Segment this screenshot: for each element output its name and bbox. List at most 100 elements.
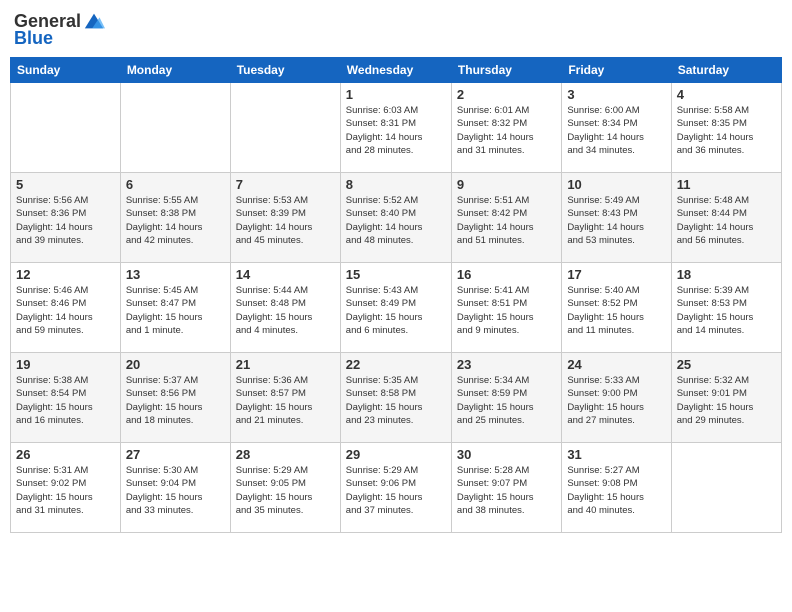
day-info: Sunrise: 5:49 AM Sunset: 8:43 PM Dayligh… [567,194,665,247]
day-info: Sunrise: 5:34 AM Sunset: 8:59 PM Dayligh… [457,374,556,427]
calendar-cell [230,83,340,173]
day-info: Sunrise: 5:40 AM Sunset: 8:52 PM Dayligh… [567,284,665,337]
day-info: Sunrise: 5:32 AM Sunset: 9:01 PM Dayligh… [677,374,776,427]
day-info: Sunrise: 6:00 AM Sunset: 8:34 PM Dayligh… [567,104,665,157]
day-number: 31 [567,447,665,462]
calendar-cell: 29Sunrise: 5:29 AM Sunset: 9:06 PM Dayli… [340,443,451,533]
calendar-cell: 7Sunrise: 5:53 AM Sunset: 8:39 PM Daylig… [230,173,340,263]
calendar-cell: 19 Sunrise: 5:38 AM Sunset: 8:54 PM Dayli… [11,353,121,443]
calendar-week-0: 1Sunrise: 6:03 AM Sunset: 8:31 PM Daylig… [11,83,782,173]
calendar-cell: 16 Sunrise: 5:41 AM Sunset: 8:51 PM Dayli… [451,263,561,353]
day-number: 26 [16,447,115,462]
day-info: Sunrise: 5:41 AM Sunset: 8:51 PM Dayligh… [457,284,556,337]
calendar-week-3: 19 Sunrise: 5:38 AM Sunset: 8:54 PM Dayli… [11,353,782,443]
column-header-wednesday: Wednesday [340,58,451,83]
calendar-cell: 28 Sunrise: 5:29 AM Sunset: 9:05 PM Dayli… [230,443,340,533]
calendar-cell: 10 Sunrise: 5:49 AM Sunset: 8:43 PM Dayli… [562,173,671,263]
day-number: 27 [126,447,225,462]
calendar-cell: 12 Sunrise: 5:46 AM Sunset: 8:46 PM Dayli… [11,263,121,353]
day-info: Sunrise: 5:31 AM Sunset: 9:02 PM Dayligh… [16,464,115,517]
calendar-cell: 31 Sunrise: 5:27 AM Sunset: 9:08 PM Dayli… [562,443,671,533]
day-info: Sunrise: 5:43 AM Sunset: 8:49 PM Dayligh… [346,284,446,337]
day-number: 2 [457,87,556,102]
day-number: 6 [126,177,225,192]
column-header-monday: Monday [120,58,230,83]
calendar-cell: 1Sunrise: 6:03 AM Sunset: 8:31 PM Daylig… [340,83,451,173]
day-info: Sunrise: 5:30 AM Sunset: 9:04 PM Dayligh… [126,464,225,517]
day-info: Sunrise: 5:29 AM Sunset: 9:06 PM Dayligh… [346,464,446,517]
day-number: 17 [567,267,665,282]
day-number: 20 [126,357,225,372]
calendar-week-1: 5 Sunrise: 5:56 AM Sunset: 8:36 PM Daylig… [11,173,782,263]
calendar-cell: 17 Sunrise: 5:40 AM Sunset: 8:52 PM Dayli… [562,263,671,353]
logo-icon [83,10,105,32]
day-number: 24 [567,357,665,372]
day-info: Sunrise: 5:29 AM Sunset: 9:05 PM Dayligh… [236,464,335,517]
day-number: 4 [677,87,776,102]
day-info: Sunrise: 5:55 AM Sunset: 8:38 PM Dayligh… [126,194,225,247]
day-number: 25 [677,357,776,372]
day-info: Sunrise: 5:46 AM Sunset: 8:46 PM Dayligh… [16,284,115,337]
calendar-table: SundayMondayTuesdayWednesdayThursdayFrid… [10,57,782,533]
column-header-saturday: Saturday [671,58,781,83]
day-number: 5 [16,177,115,192]
calendar-cell: 20Sunrise: 5:37 AM Sunset: 8:56 PM Dayli… [120,353,230,443]
calendar-cell [11,83,121,173]
day-info: Sunrise: 5:45 AM Sunset: 8:47 PM Dayligh… [126,284,225,337]
day-info: Sunrise: 5:27 AM Sunset: 9:08 PM Dayligh… [567,464,665,517]
day-info: Sunrise: 5:33 AM Sunset: 9:00 PM Dayligh… [567,374,665,427]
calendar-cell: 27 Sunrise: 5:30 AM Sunset: 9:04 PM Dayli… [120,443,230,533]
column-header-tuesday: Tuesday [230,58,340,83]
calendar-cell: 6 Sunrise: 5:55 AM Sunset: 8:38 PM Daylig… [120,173,230,263]
day-header-row: SundayMondayTuesdayWednesdayThursdayFrid… [11,58,782,83]
day-info: Sunrise: 5:52 AM Sunset: 8:40 PM Dayligh… [346,194,446,247]
calendar-body: 1Sunrise: 6:03 AM Sunset: 8:31 PM Daylig… [11,83,782,533]
day-number: 10 [567,177,665,192]
calendar-cell: 18Sunrise: 5:39 AM Sunset: 8:53 PM Dayli… [671,263,781,353]
calendar-cell [120,83,230,173]
calendar-cell: 15 Sunrise: 5:43 AM Sunset: 8:49 PM Dayli… [340,263,451,353]
calendar-cell: 23 Sunrise: 5:34 AM Sunset: 8:59 PM Dayli… [451,353,561,443]
calendar-header: SundayMondayTuesdayWednesdayThursdayFrid… [11,58,782,83]
day-number: 11 [677,177,776,192]
day-info: Sunrise: 5:48 AM Sunset: 8:44 PM Dayligh… [677,194,776,247]
day-number: 28 [236,447,335,462]
calendar-week-4: 26 Sunrise: 5:31 AM Sunset: 9:02 PM Dayli… [11,443,782,533]
column-header-friday: Friday [562,58,671,83]
day-number: 15 [346,267,446,282]
calendar-cell: 2 Sunrise: 6:01 AM Sunset: 8:32 PM Daylig… [451,83,561,173]
day-number: 19 [16,357,115,372]
calendar-cell: 30 Sunrise: 5:28 AM Sunset: 9:07 PM Dayli… [451,443,561,533]
day-number: 23 [457,357,556,372]
column-header-sunday: Sunday [11,58,121,83]
day-number: 14 [236,267,335,282]
calendar-cell: 22 Sunrise: 5:35 AM Sunset: 8:58 PM Dayli… [340,353,451,443]
day-info: Sunrise: 6:03 AM Sunset: 8:31 PM Dayligh… [346,104,446,157]
day-info: Sunrise: 5:44 AM Sunset: 8:48 PM Dayligh… [236,284,335,337]
calendar-cell: 9Sunrise: 5:51 AM Sunset: 8:42 PM Daylig… [451,173,561,263]
day-number: 16 [457,267,556,282]
day-info: Sunrise: 5:39 AM Sunset: 8:53 PM Dayligh… [677,284,776,337]
calendar-cell: 25 Sunrise: 5:32 AM Sunset: 9:01 PM Dayli… [671,353,781,443]
calendar-cell: 8Sunrise: 5:52 AM Sunset: 8:40 PM Daylig… [340,173,451,263]
day-number: 30 [457,447,556,462]
day-info: Sunrise: 5:38 AM Sunset: 8:54 PM Dayligh… [16,374,115,427]
calendar-cell: 3 Sunrise: 6:00 AM Sunset: 8:34 PM Daylig… [562,83,671,173]
day-number: 21 [236,357,335,372]
day-number: 3 [567,87,665,102]
calendar-cell: 4 Sunrise: 5:58 AM Sunset: 8:35 PM Daylig… [671,83,781,173]
calendar-cell: 26 Sunrise: 5:31 AM Sunset: 9:02 PM Dayli… [11,443,121,533]
day-number: 22 [346,357,446,372]
day-number: 13 [126,267,225,282]
day-info: Sunrise: 5:58 AM Sunset: 8:35 PM Dayligh… [677,104,776,157]
day-info: Sunrise: 5:28 AM Sunset: 9:07 PM Dayligh… [457,464,556,517]
day-info: Sunrise: 5:35 AM Sunset: 8:58 PM Dayligh… [346,374,446,427]
day-info: Sunrise: 5:56 AM Sunset: 8:36 PM Dayligh… [16,194,115,247]
calendar-cell [671,443,781,533]
calendar-cell: 11 Sunrise: 5:48 AM Sunset: 8:44 PM Dayli… [671,173,781,263]
page-header: General Blue [10,10,782,49]
calendar-cell: 21 Sunrise: 5:36 AM Sunset: 8:57 PM Dayli… [230,353,340,443]
day-info: Sunrise: 6:01 AM Sunset: 8:32 PM Dayligh… [457,104,556,157]
day-number: 12 [16,267,115,282]
day-info: Sunrise: 5:36 AM Sunset: 8:57 PM Dayligh… [236,374,335,427]
